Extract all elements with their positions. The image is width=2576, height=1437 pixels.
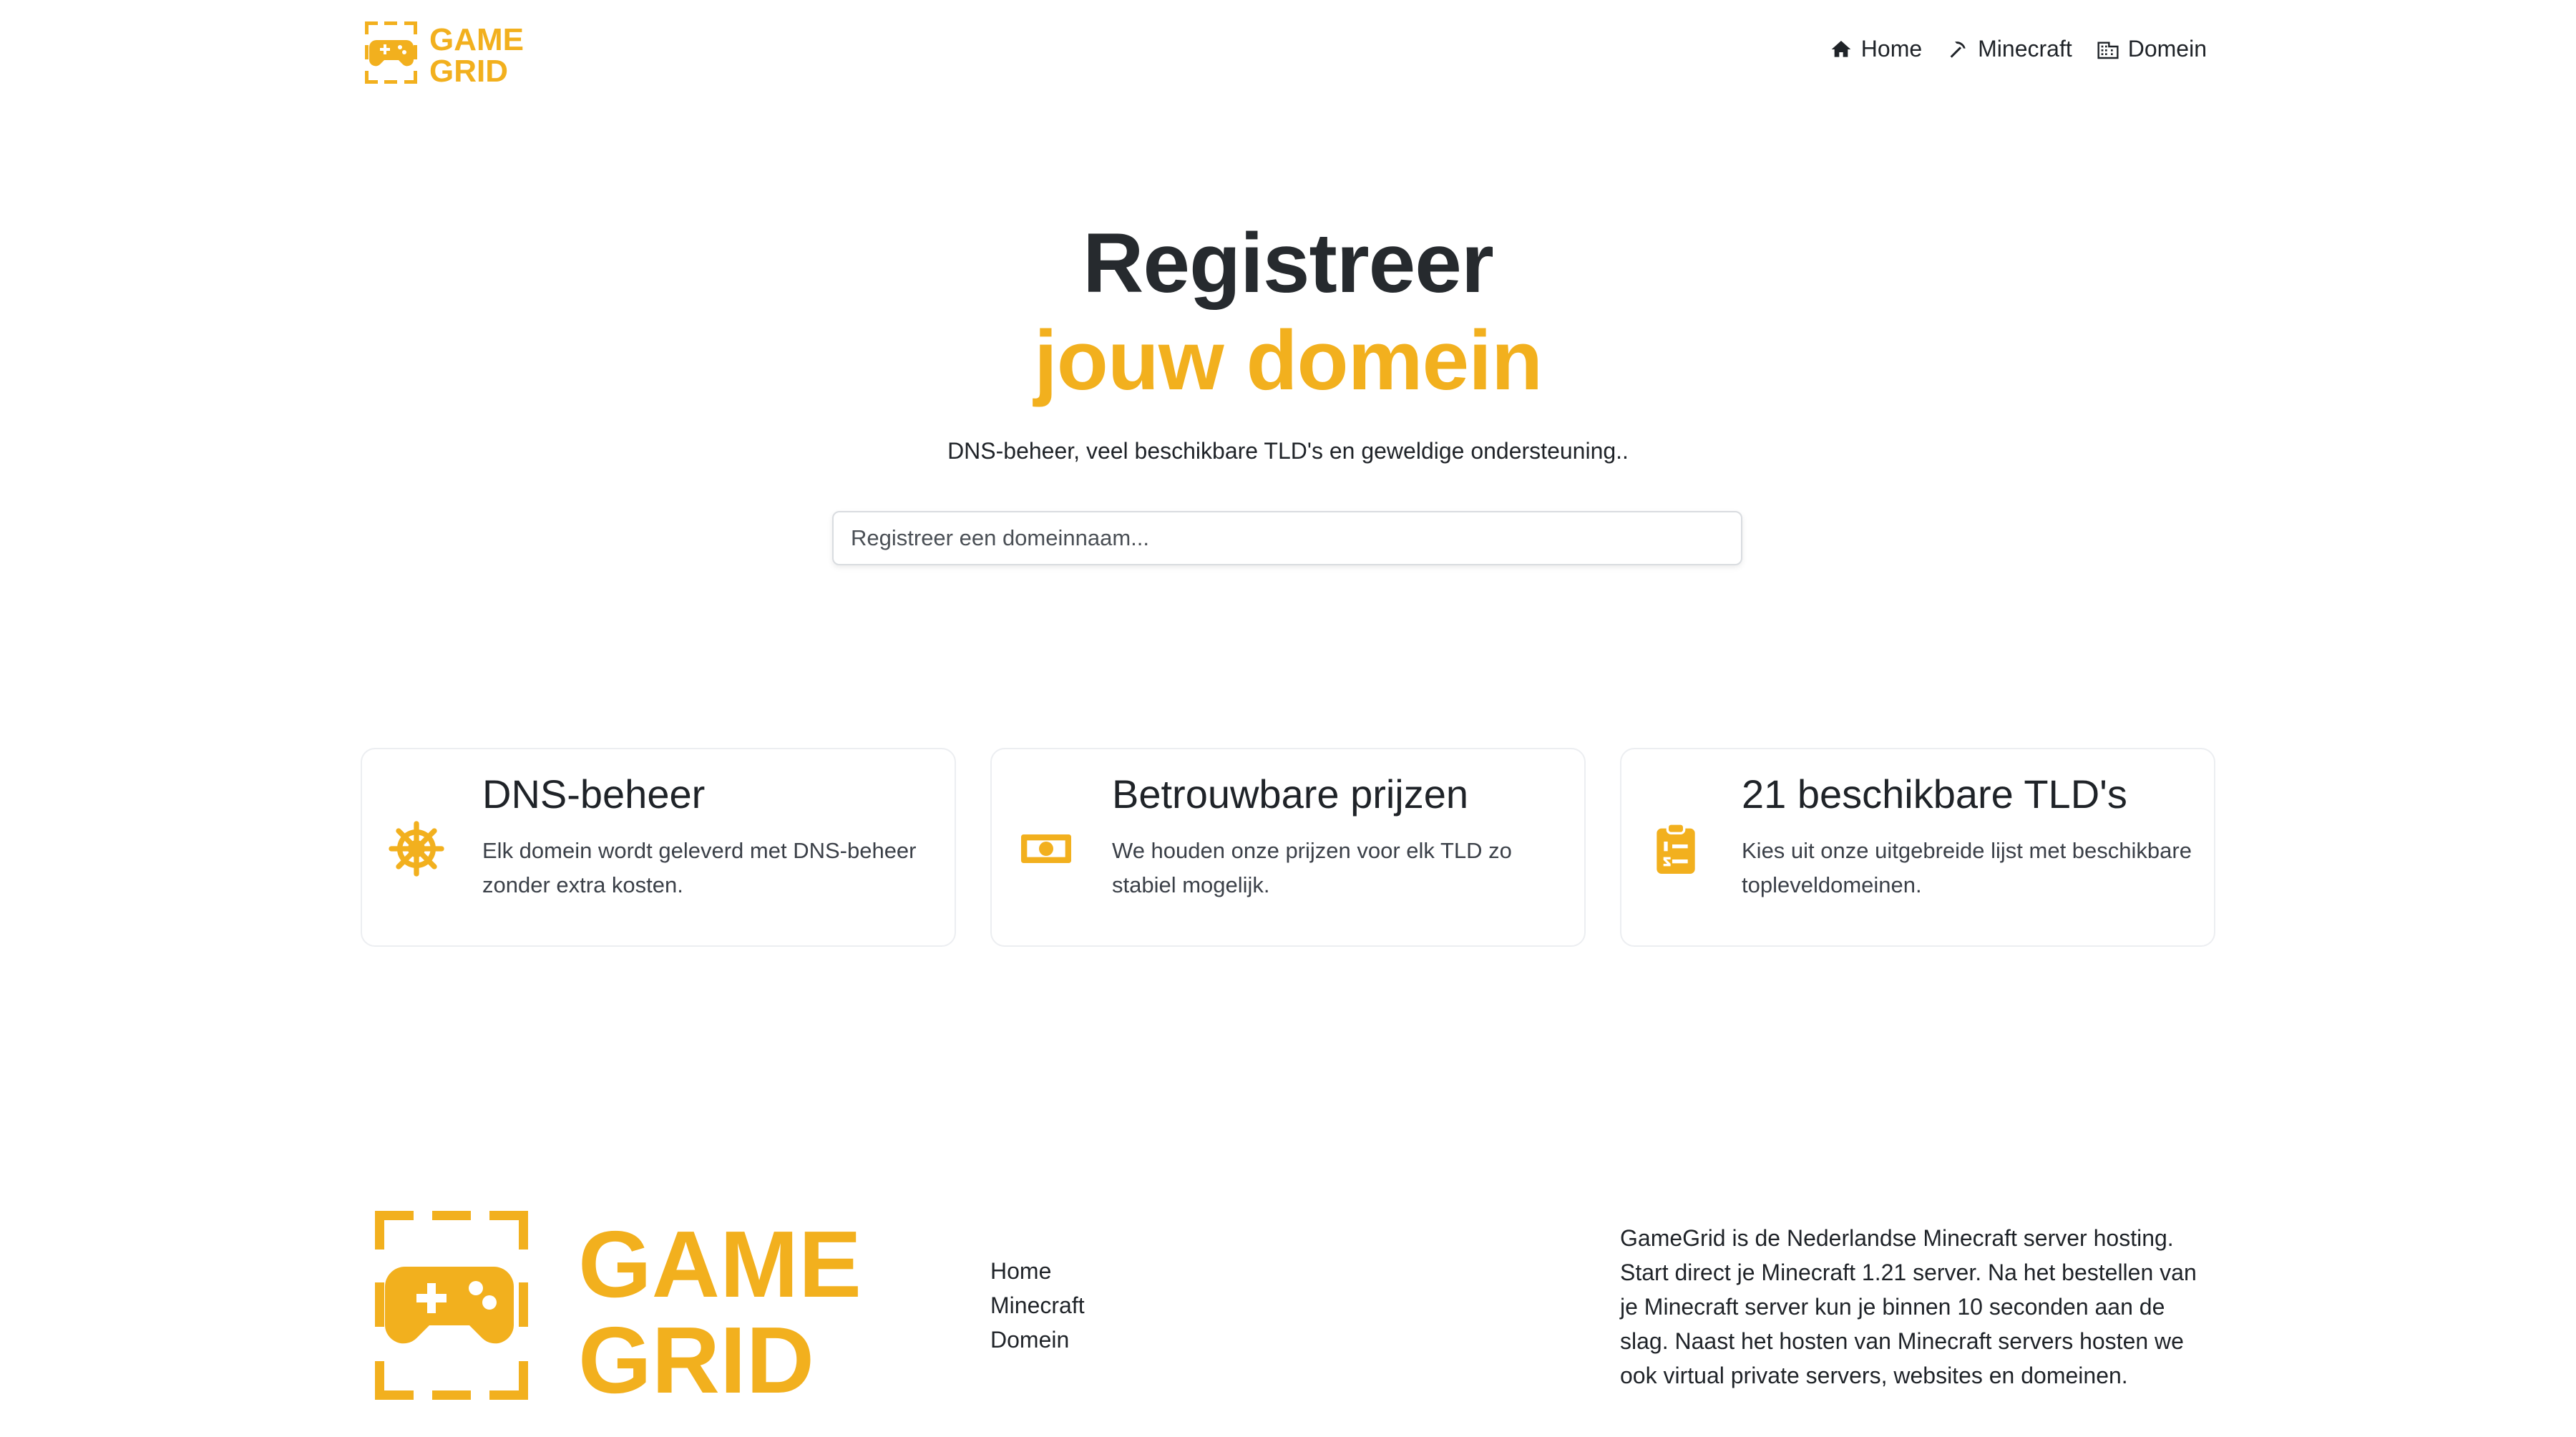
feature-title: 21 beschikbare TLD's xyxy=(1742,771,2127,817)
footer-link-home[interactable]: Home xyxy=(990,1257,1085,1285)
footer-nav: Home Minecraft Domein xyxy=(990,1257,1085,1354)
nav-home[interactable]: Home xyxy=(1830,36,1922,62)
feature-card-dns: DNS-beheer Elk domein wordt geleverd met… xyxy=(361,748,956,947)
hero-title-accent: jouw domein xyxy=(1033,313,1543,408)
footer-logo-text-line1: GAME xyxy=(578,1212,862,1317)
footer-about-text: GameGrid is de Nederlandse Minecraft ser… xyxy=(1620,1225,2197,1388)
nav-domein[interactable]: Domein xyxy=(2097,36,2207,62)
domain-search-input[interactable] xyxy=(832,511,1742,565)
feature-title: Betrouwbare prijzen xyxy=(1112,771,1469,817)
nav-minecraft-label: Minecraft xyxy=(1978,36,2072,62)
feature-card-prices: Betrouwbare prijzen We houden onze prijz… xyxy=(990,748,1586,947)
gamepad-icon xyxy=(375,1211,528,1400)
gamepad-icon xyxy=(365,21,417,84)
logo-text-line2: GRID xyxy=(429,54,508,86)
domain-search xyxy=(832,511,1742,565)
feature-cards: DNS-beheer Elk domein wordt geleverd met… xyxy=(361,748,2215,947)
footer-logo-text-line2: GRID xyxy=(578,1307,814,1406)
pickaxe-icon xyxy=(1950,41,1966,58)
feature-text: Kies uit onze uitgebreide lijst met besc… xyxy=(1742,838,2192,897)
feature-text: Elk domein wordt geleverd met DNS-beheer… xyxy=(482,838,917,897)
logo[interactable]: GAME GRID xyxy=(364,20,535,86)
page: GAME GRID Home Minecraft Domein Registre… xyxy=(0,0,2576,1437)
feature-text: We houden onze prijzen voor elk TLD zo s… xyxy=(1112,838,1512,897)
ship-wheel-icon xyxy=(389,821,444,877)
feature-title: DNS-beheer xyxy=(482,771,706,817)
hero-section: Registreer jouw domein DNS-beheer, veel … xyxy=(0,215,2576,565)
logo-text-line1: GAME xyxy=(429,22,524,57)
clipboard-list-icon xyxy=(1657,822,1695,874)
home-icon xyxy=(1831,40,1851,57)
main-nav: Home Minecraft Domein xyxy=(1830,36,2207,62)
nav-minecraft[interactable]: Minecraft xyxy=(1946,36,2072,62)
nav-home-label: Home xyxy=(1860,36,1923,62)
nav-domein-label: Domein xyxy=(2127,36,2207,62)
feature-card-tlds: 21 beschikbare TLD's Kies uit onze uitge… xyxy=(1620,748,2215,947)
hero-subtitle: DNS-beheer, veel beschikbare TLD's en ge… xyxy=(947,438,1629,464)
header: GAME GRID Home Minecraft Domein xyxy=(0,0,2576,107)
footer-link-domein[interactable]: Domein xyxy=(990,1325,1085,1354)
footer-logo[interactable]: GAME GRID xyxy=(372,1208,887,1406)
building-icon xyxy=(2097,41,2119,59)
footer-link-minecraft[interactable]: Minecraft xyxy=(990,1291,1085,1320)
hero-title: Registreer xyxy=(1083,216,1494,311)
banknote-icon xyxy=(1021,834,1071,863)
